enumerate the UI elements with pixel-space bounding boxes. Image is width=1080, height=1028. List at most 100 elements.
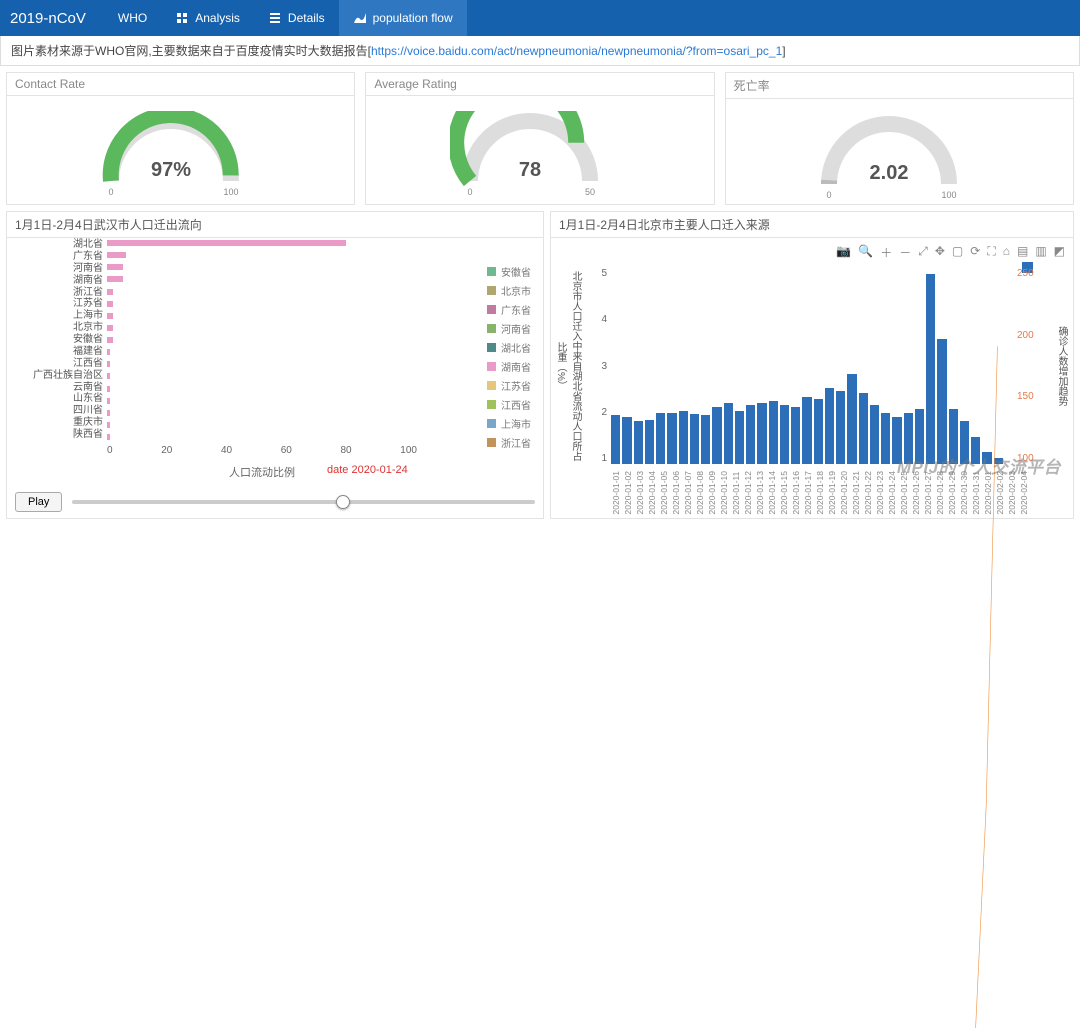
x-tick: 2020-01-16 xyxy=(791,471,801,514)
autoscale-icon[interactable]: ⤢ xyxy=(918,244,928,261)
legend-item: 湖南省 xyxy=(487,359,531,374)
bar xyxy=(107,337,113,343)
svg-text:100: 100 xyxy=(223,187,238,197)
x-tick: 2020-01-06 xyxy=(671,471,681,514)
category-label: 江西省 xyxy=(7,359,103,369)
category-label: 上海市 xyxy=(7,311,103,321)
svg-text:50: 50 xyxy=(585,187,595,197)
nav-tab-details[interactable]: Details xyxy=(254,0,339,36)
x-tick: 2020-01-15 xyxy=(779,471,789,514)
category-label: 河南省 xyxy=(7,264,103,274)
inflow-chart-panel: 1月1日-2月4日北京市主要人口迁入来源 📷 🔍 ＋ － ⤢ ✥ ▢ ⟳ ⛶ ⌂… xyxy=(550,211,1074,519)
gauge-title: 死亡率 xyxy=(726,73,1073,99)
category-label: 云南省 xyxy=(7,383,103,393)
gauge-arc: 97% 0 100 xyxy=(91,111,271,201)
x-tick: 2020-01-17 xyxy=(803,471,813,514)
bar xyxy=(107,361,110,367)
svg-text:0: 0 xyxy=(108,187,113,197)
pan-icon[interactable]: ✥ xyxy=(935,244,945,261)
category-label: 四川省 xyxy=(7,406,103,416)
more-icon[interactable]: ▤ xyxy=(1017,244,1028,261)
x-tick: 2020-01-08 xyxy=(695,471,705,514)
fullscreen-icon[interactable]: ⛶ xyxy=(987,244,995,261)
category-label: 湖南省 xyxy=(7,276,103,286)
zoom-out-icon[interactable]: － xyxy=(899,244,911,261)
brand: 2019-nCoV xyxy=(10,10,86,27)
bar xyxy=(107,252,126,258)
gauge-title: Average Rating xyxy=(366,73,713,96)
source-link[interactable]: https://voice.baidu.com/act/newpneumonia… xyxy=(371,44,782,58)
x-tick: 2020-01-26 xyxy=(911,471,921,514)
svg-text:97%: 97% xyxy=(151,159,191,181)
bar xyxy=(107,349,110,355)
save-icon[interactable]: ▥ xyxy=(1035,244,1046,261)
reset-icon[interactable]: ⟳ xyxy=(970,244,980,261)
slider-thumb[interactable] xyxy=(336,495,350,509)
legend-item: 江苏省 xyxy=(487,378,531,393)
x-tick: 2020-01-01 xyxy=(611,471,621,514)
x-tick: 2020-01-28 xyxy=(935,471,945,514)
bar xyxy=(107,289,113,295)
x-tick: 2020-01-20 xyxy=(839,471,849,514)
nav-tab-population-flow[interactable]: population flow xyxy=(339,0,467,36)
camera-icon[interactable]: 📷 xyxy=(836,244,851,261)
legend-item: 北京市 xyxy=(487,283,531,298)
outflow-chart-title: 1月1日-2月4日武汉市人口迁出流向 xyxy=(7,212,543,238)
play-button[interactable]: Play xyxy=(15,492,62,512)
bar xyxy=(107,386,110,392)
x-tick: 2020-01-03 xyxy=(635,471,645,514)
category-label: 广东省 xyxy=(7,252,103,262)
box-icon[interactable]: ▢ xyxy=(952,244,963,261)
category-label: 浙江省 xyxy=(7,288,103,298)
data-source-note: 图片素材来源于WHO官网,主要数据来自于百度疫情实时大数据报告[https://… xyxy=(0,36,1080,66)
legend-item: 安徽省 xyxy=(487,264,531,279)
gauges-row: Contact Rate 97% 0 100 Average Rating 78… xyxy=(0,66,1080,211)
category-label: 山东省 xyxy=(7,394,103,404)
nav-tab-analysis[interactable]: Analysis xyxy=(161,0,254,36)
gauge-arc: 78 0 50 xyxy=(450,111,630,201)
gauge-Average Rating: Average Rating 78 0 50 xyxy=(365,72,714,205)
bar xyxy=(107,398,110,404)
home-icon[interactable]: ⌂ xyxy=(1003,244,1010,261)
gauge-Contact Rate: Contact Rate 97% 0 100 xyxy=(6,72,355,205)
help-icon[interactable]: ◩ xyxy=(1054,244,1065,261)
date-annotation: date 2020-01-24 xyxy=(327,464,408,476)
bar xyxy=(107,264,123,270)
timeline-slider[interactable] xyxy=(72,500,535,504)
x-tick: 2020-01-12 xyxy=(743,471,753,514)
zoom-in-icon[interactable]: ＋ xyxy=(880,244,892,261)
category-label: 湖北省 xyxy=(7,240,103,250)
x-tick: 2020-01-04 xyxy=(647,471,657,514)
y-axis-label-right: 确诊人数增加趋势 xyxy=(1043,268,1069,464)
category-label: 广西壮族自治区 xyxy=(7,371,103,381)
bar xyxy=(107,410,110,416)
x-tick: 2020-02-01 xyxy=(983,471,993,514)
bar xyxy=(107,276,123,282)
zoom-icon[interactable]: 🔍 xyxy=(858,244,873,261)
x-tick: 2020-02-04 xyxy=(1019,471,1029,514)
x-tick: 2020-01-13 xyxy=(755,471,765,514)
x-tick: 2020-01-18 xyxy=(815,471,825,514)
x-tick: 2020-01-24 xyxy=(887,471,897,514)
inflow-chart-title: 1月1日-2月4日北京市主要人口迁入来源 xyxy=(551,212,1073,238)
bar xyxy=(107,373,110,379)
bar xyxy=(107,313,113,319)
x-tick: 2020-01-27 xyxy=(923,471,933,514)
bar xyxy=(107,240,346,246)
x-tick: 2020-01-30 xyxy=(959,471,969,514)
legend-item: 河南省 xyxy=(487,321,531,336)
nav-tab-who[interactable]: WHO xyxy=(104,0,161,36)
bar xyxy=(107,422,110,428)
bar xyxy=(107,301,113,307)
legend-item: 广东省 xyxy=(487,302,531,317)
x-tick: 2020-01-23 xyxy=(875,471,885,514)
category-label: 重庆市 xyxy=(7,418,103,428)
bar xyxy=(107,434,110,440)
legend-item: 江西省 xyxy=(487,397,531,412)
chart-toolbar: 📷 🔍 ＋ － ⤢ ✥ ▢ ⟳ ⛶ ⌂ ▤ ▥ ◩ xyxy=(836,244,1065,261)
x-tick: 2020-02-03 xyxy=(1007,471,1017,514)
x-tick: 2020-01-09 xyxy=(707,471,717,514)
category-label: 江苏省 xyxy=(7,299,103,309)
legend-item: 浙江省 xyxy=(487,435,531,450)
x-tick: 2020-01-25 xyxy=(899,471,909,514)
